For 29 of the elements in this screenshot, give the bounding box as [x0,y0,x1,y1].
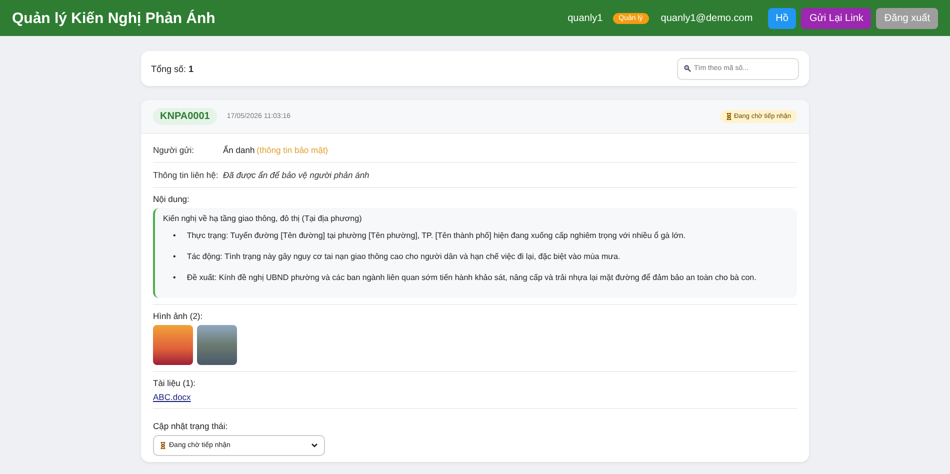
content-bullet: Thực trạng: Tuyến đường [Tên đường] tại phường [Tên phường], TP. [Tên thành phố] hiện đang xuống cấp nghiêm trọng với nhiều ổ gà lớn. [186,231,686,240]
field-label: Thông tin liên hệ: [153,170,220,180]
sender-value: Ẩn danh [223,145,255,155]
privacy-note: (thông tin bảo mật) [256,145,328,155]
photo-placeholder[interactable] [197,325,237,365]
bullet-marker: • [173,252,176,261]
section-label: Cập nhật trạng thái: [153,421,229,431]
app-title: Quản lý Kiến Nghị Phản Ánh [12,10,216,26]
hourglass-icon [726,113,732,120]
content-title: Kiến nghị về hạ tầng giao thông, đô thị (Tại địa phương) [163,214,363,223]
section-label: Hình ảnh (2): [153,311,204,321]
content-bullet: Tác động: Tình trạng này gây nguy cơ tai nạn giao thông cao cho người dân và hạn chế việc đi lại, đặc biệt vào mùa mưa. [186,252,620,261]
photo-placeholder[interactable] [153,325,193,365]
document-link[interactable]: ABC.docx [153,392,191,402]
bullet-marker: • [173,231,176,240]
contact-value: Đã được ẩn để bảo vệ người phản ánh [223,170,370,180]
chevron-down-icon [311,443,318,448]
petition-code: KNPA0001 [153,108,217,125]
field-label: Người gửi: [153,145,196,155]
section-label: Nội dung: [153,194,190,204]
total-count: Tổng số: 1 [151,64,194,74]
username: quanly1 [568,12,603,24]
content-bullet: Đề xuất: Kính đề nghị UBND phường và các ban ngành liên quan sớm tiến hành khảo sát, nâng cấp và trải nhựa lại mặt đường để đảm bảo an toàn cho bà con. [186,273,756,282]
header-button[interactable]: Gửi Lại Link [801,8,872,28]
hourglass-icon [160,442,166,449]
bullet-marker: • [173,273,176,282]
section-label: Tài liệu (1): [153,378,197,388]
user-email: quanly1@demo.com [660,12,753,24]
search-icon [684,65,691,72]
